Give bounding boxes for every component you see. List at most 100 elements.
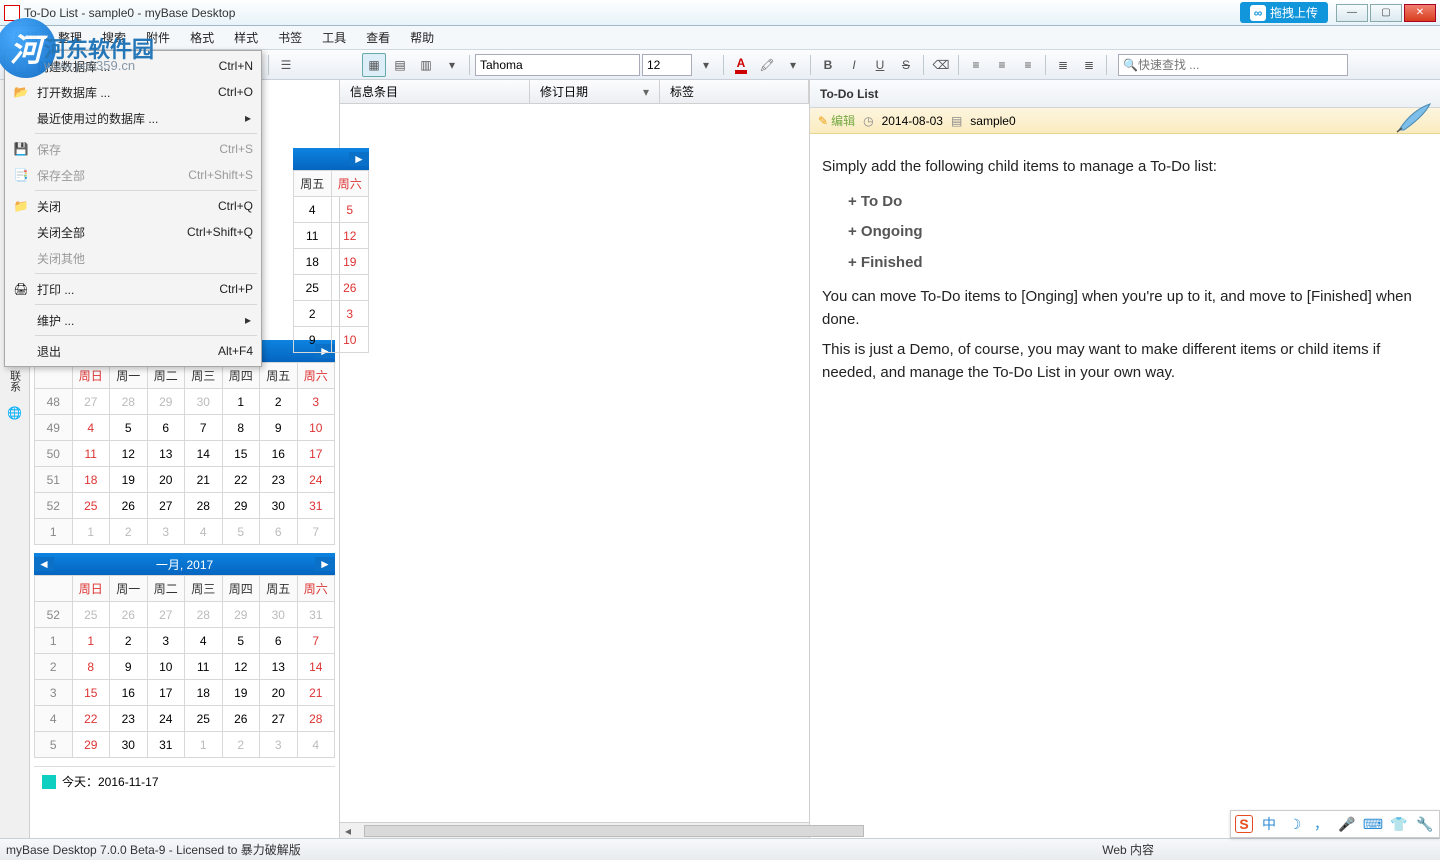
calendar-day[interactable]: 15 — [72, 680, 110, 706]
today-row[interactable]: 今天：2016-11-17 — [34, 766, 335, 796]
font-family-select[interactable] — [475, 54, 640, 76]
calendar-day[interactable]: 2 — [110, 519, 148, 545]
calendar-day[interactable]: 10 — [297, 415, 335, 441]
menu-item[interactable]: 退出Alt+F4 — [7, 338, 259, 364]
calendar-day[interactable]: 9 — [260, 415, 298, 441]
layout-drop-icon[interactable]: ▾ — [440, 53, 464, 77]
document-content[interactable]: Simply add the following child items to … — [810, 134, 1440, 406]
ime-lang[interactable]: 中 — [1259, 814, 1279, 834]
calendar-day[interactable]: 23 — [260, 467, 298, 493]
calendar-day[interactable]: 28 — [185, 493, 223, 519]
layout3-icon[interactable]: ▥ — [414, 53, 438, 77]
calendar-day[interactable]: 2 — [260, 389, 298, 415]
sogou-icon[interactable]: S — [1235, 815, 1253, 833]
align-center-button[interactable]: ≡ — [990, 53, 1014, 77]
calendar-day[interactable]: 13 — [260, 654, 298, 680]
menu-附件[interactable]: 附件 — [136, 26, 180, 49]
calendar-day[interactable]: 4 — [297, 732, 335, 758]
tool-icon[interactable]: 🔧 — [1415, 814, 1435, 834]
menu-整理[interactable]: 整理 — [48, 26, 92, 49]
calendar-day[interactable]: 5 — [222, 519, 260, 545]
calendar-day[interactable]: 21 — [185, 467, 223, 493]
layout2-icon[interactable]: ▤ — [388, 53, 412, 77]
calendar-day[interactable]: 19 — [110, 467, 148, 493]
search-input[interactable] — [1138, 58, 1343, 72]
calendar-day[interactable]: 27 — [72, 389, 110, 415]
calendar-day[interactable]: 29 — [147, 389, 185, 415]
calendar-day[interactable]: 6 — [260, 519, 298, 545]
menu-item[interactable]: 📁关闭Ctrl+Q — [7, 193, 259, 219]
skin-icon[interactable]: 👕 — [1389, 814, 1409, 834]
calendar-day[interactable]: 16 — [110, 680, 148, 706]
menu-编辑[interactable]: 编辑 — [4, 26, 48, 49]
calendar-day[interactable]: 25 — [185, 706, 223, 732]
font-size-select[interactable] — [642, 54, 692, 76]
calendar-day[interactable]: 12 — [110, 441, 148, 467]
calendar-day[interactable]: 30 — [185, 389, 223, 415]
calendar-day[interactable]: 1 — [222, 389, 260, 415]
ime-bar[interactable]: S 中 ☽ ， 🎤 ⌨ 👕 🔧 — [1230, 810, 1440, 838]
calendar-day[interactable]: 8 — [72, 654, 110, 680]
calendar-day[interactable]: 19 — [331, 249, 340, 275]
align-right-button[interactable]: ≡ — [1016, 53, 1040, 77]
calendar-day[interactable]: 31 — [147, 732, 185, 758]
calendar-day[interactable]: 10 — [331, 327, 340, 353]
cal-prev[interactable]: ◄ — [34, 557, 54, 571]
calendar-day[interactable]: 19 — [222, 680, 260, 706]
col-date[interactable]: 修订日期▾ — [530, 80, 660, 103]
calendar-day[interactable]: 1 — [72, 628, 110, 654]
font-color-button[interactable]: A — [729, 53, 753, 77]
calendar-day[interactable]: 11 — [294, 223, 332, 249]
close-button[interactable]: ✕ — [1404, 4, 1436, 22]
calendar-day[interactable]: 25 — [72, 493, 110, 519]
calendar-day[interactable]: 21 — [297, 680, 335, 706]
calendar-day[interactable]: 26 — [331, 275, 340, 301]
calendar-day[interactable]: 12 — [331, 223, 340, 249]
calendar-day[interactable]: 1 — [72, 519, 110, 545]
calendar-day[interactable]: 30 — [110, 732, 148, 758]
calendar-day[interactable]: 14 — [185, 441, 223, 467]
keyboard-icon[interactable]: ⌨ — [1363, 814, 1383, 834]
menu-item[interactable]: 维护 ...▸ — [7, 307, 259, 333]
calendar-day[interactable]: 16 — [260, 441, 298, 467]
menu-查看[interactable]: 查看 — [356, 26, 400, 49]
calendar-day[interactable]: 18 — [72, 467, 110, 493]
calendar-day[interactable]: 11 — [72, 441, 110, 467]
calendar-day[interactable]: 5 — [110, 415, 148, 441]
calendar-day[interactable]: 3 — [260, 732, 298, 758]
col-tags[interactable]: 标签 — [660, 80, 809, 103]
punct-icon[interactable]: ， — [1311, 814, 1331, 834]
calendar-day[interactable]: 30 — [260, 493, 298, 519]
mic-icon[interactable]: 🎤 — [1337, 814, 1357, 834]
edit-button[interactable]: ✎编辑 — [818, 112, 855, 129]
calendar-day[interactable]: 22 — [222, 467, 260, 493]
list-ul-button[interactable]: ≣ — [1077, 53, 1101, 77]
calendar-day[interactable]: 31 — [297, 602, 335, 628]
calendar-day[interactable]: 28 — [297, 706, 335, 732]
calendar-day[interactable]: 12 — [222, 654, 260, 680]
clear-format-button[interactable]: ⌫ — [929, 53, 953, 77]
calendar-day[interactable]: 20 — [147, 467, 185, 493]
menu-样式[interactable]: 样式 — [224, 26, 268, 49]
highlight-button[interactable]: 🖍 — [755, 53, 779, 77]
quick-search[interactable]: 🔍 — [1118, 54, 1348, 76]
calendar-day[interactable]: 13 — [147, 441, 185, 467]
calendar-day[interactable]: 15 — [222, 441, 260, 467]
size-drop-icon[interactable]: ▾ — [694, 53, 718, 77]
calendar-day[interactable]: 2 — [110, 628, 148, 654]
calendar-day[interactable]: 17 — [297, 441, 335, 467]
calendar-day[interactable]: 26 — [222, 706, 260, 732]
calendar-day[interactable]: 24 — [297, 467, 335, 493]
calendar-day[interactable]: 26 — [110, 602, 148, 628]
calendar-day[interactable]: 6 — [147, 415, 185, 441]
menu-格式[interactable]: 格式 — [180, 26, 224, 49]
calendar-day[interactable]: 25 — [72, 602, 110, 628]
calendar-day[interactable]: 3 — [297, 389, 335, 415]
calendar-day[interactable]: 3 — [147, 628, 185, 654]
calendar-day[interactable]: 27 — [147, 602, 185, 628]
calendar-day[interactable]: 10 — [147, 654, 185, 680]
calendar-day[interactable]: 25 — [294, 275, 332, 301]
calendar-day[interactable]: 4 — [294, 197, 332, 223]
moon-icon[interactable]: ☽ — [1285, 814, 1305, 834]
list-ol-button[interactable]: ≣ — [1051, 53, 1075, 77]
